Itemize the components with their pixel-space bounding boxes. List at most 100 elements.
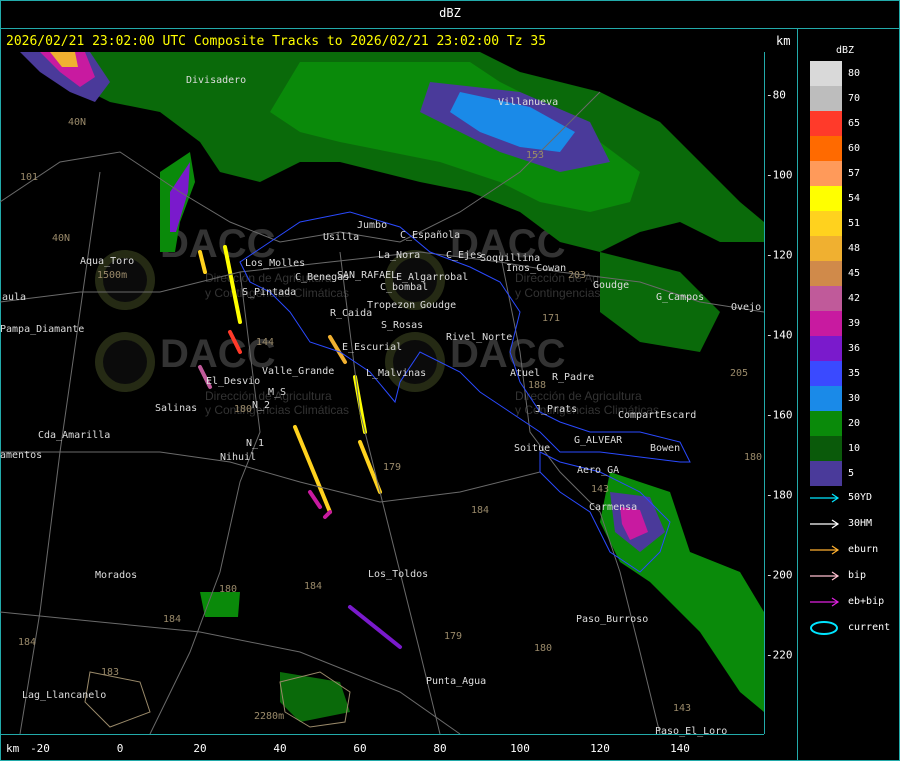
route-number: 153: [526, 150, 545, 161]
legend-value: 30: [848, 393, 861, 404]
legend-swatch: [810, 186, 842, 211]
radar-map[interactable]: DACC DACC DACC DACC Dirección de Agricul…: [0, 52, 764, 734]
route-number: 40N: [68, 117, 87, 128]
route-number: 179: [383, 462, 402, 473]
x-tick-label: 60: [353, 742, 367, 755]
legend-value: 65: [848, 118, 861, 129]
legend-track-label: 30HM: [848, 518, 873, 529]
legend-value: 5: [848, 468, 855, 479]
place-label: Los_Molles: [245, 258, 306, 269]
place-label: Punta_Agua: [426, 676, 487, 687]
legend-swatch: [810, 261, 842, 286]
place-label: Usilla: [323, 232, 360, 243]
route-number: 205: [730, 368, 749, 379]
x-tick-label: 140: [670, 742, 690, 755]
place-label: Carmensa: [589, 502, 638, 513]
y-tick-label: -220: [766, 648, 793, 662]
place-label: Goudge: [420, 300, 457, 311]
place-label: C_Española: [400, 230, 461, 241]
route-number: 188: [528, 380, 547, 391]
y-tick-label: -200: [766, 568, 793, 582]
place-label: N_2: [252, 400, 271, 411]
place-label: Paso_Burroso: [576, 614, 649, 625]
y-tick-label: -140: [766, 328, 793, 342]
place-label: Pampa_Diamante: [0, 324, 85, 335]
legend-swatch: [810, 111, 842, 136]
top-bar: dBZ: [0, 0, 900, 29]
place-label: Jumbo: [357, 220, 388, 231]
legend-title: dBZ: [836, 45, 855, 56]
route-number: 184: [163, 614, 182, 625]
place-label: Ovejo: [731, 302, 762, 313]
y-tick-label: -100: [766, 168, 793, 182]
place-label: Paso_El_Loro: [655, 726, 728, 737]
place-label: C_Ejes: [446, 250, 483, 261]
km-unit-top: km: [776, 34, 791, 48]
route-number: 180: [744, 452, 763, 463]
legend-value: 51: [848, 218, 861, 229]
place-label: Atuel: [510, 368, 541, 379]
map-right-border: [764, 52, 765, 734]
place-label: E_Escurial: [342, 342, 403, 353]
place-label: G_Campos: [656, 292, 705, 303]
place-label: Salinas: [155, 403, 198, 414]
km-unit-bottom: km: [6, 742, 20, 755]
place-label: Rivel_Norte: [446, 332, 513, 343]
legend-panel-border: [797, 28, 798, 761]
legend-value: 48: [848, 243, 861, 254]
place-label: Soitue: [514, 443, 551, 454]
track-arrow-icon: [810, 493, 840, 503]
route-number: 144: [256, 337, 275, 348]
legend-swatch: [810, 386, 842, 411]
radar-map-canvas[interactable]: DACC DACC DACC DACC Dirección de Agricul…: [0, 52, 764, 734]
legend-swatch: [810, 236, 842, 261]
x-tick-label: -20: [30, 742, 50, 755]
route-number: 184: [304, 581, 323, 592]
place-label: Villanueva: [498, 97, 559, 108]
place-label: Tropezon: [367, 300, 416, 311]
track-arrow-icon: [810, 519, 840, 529]
route-number: 180: [219, 584, 238, 595]
legend-value: 39: [848, 318, 861, 329]
legend-swatch: [810, 336, 842, 361]
legend-value: 70: [848, 93, 861, 104]
y-tick-label: -180: [766, 488, 793, 502]
radar-echo-north: [20, 52, 764, 252]
legend-swatch: [810, 211, 842, 236]
legend-value: 36: [848, 343, 861, 354]
legend-swatch: [810, 86, 842, 111]
place-label: Goudge: [593, 280, 630, 291]
y-tick-label: -120: [766, 248, 793, 262]
legend-swatch: [810, 161, 842, 186]
place-label: Morados: [95, 570, 138, 581]
watermark-line2-c: y Contingencias Climáticas: [205, 403, 349, 417]
legend-swatch: [810, 61, 842, 86]
track-arrow-icon: [810, 545, 840, 555]
route-number: 171: [542, 313, 561, 324]
top-bar-title: dBZ: [439, 6, 461, 20]
place-label: G_ALVEAR: [574, 435, 623, 446]
route-number: 183: [101, 667, 120, 678]
legend-track-label: bip: [848, 570, 867, 581]
legend-swatch: [810, 461, 842, 486]
track-arrow-icon: [810, 597, 840, 607]
legend-swatch: [810, 436, 842, 461]
place-label: J_Prats: [535, 404, 578, 415]
place-label: R_Caida: [330, 308, 373, 319]
place-label: R_Padre: [552, 372, 595, 383]
legend-track-label: 50YD: [848, 492, 873, 503]
place-label: Bowen: [650, 443, 681, 454]
current-track-ellipse-icon: [810, 621, 838, 635]
place-label: CompartEscard: [618, 410, 697, 421]
route-number: 184: [471, 505, 490, 516]
watermark-line1-d: Dirección de Agricultura: [515, 389, 642, 403]
place-label: Divisadero: [186, 75, 247, 86]
legend-swatch: [810, 136, 842, 161]
x-tick-label: 80: [433, 742, 447, 755]
legend-swatch: [810, 311, 842, 336]
legend-swatch: [810, 361, 842, 386]
place-label: S_Rosas: [381, 320, 424, 331]
place-label: L_Malvinas: [366, 368, 427, 379]
route-number: 101: [20, 172, 39, 183]
place-label: Inos_Cowan: [506, 263, 567, 274]
